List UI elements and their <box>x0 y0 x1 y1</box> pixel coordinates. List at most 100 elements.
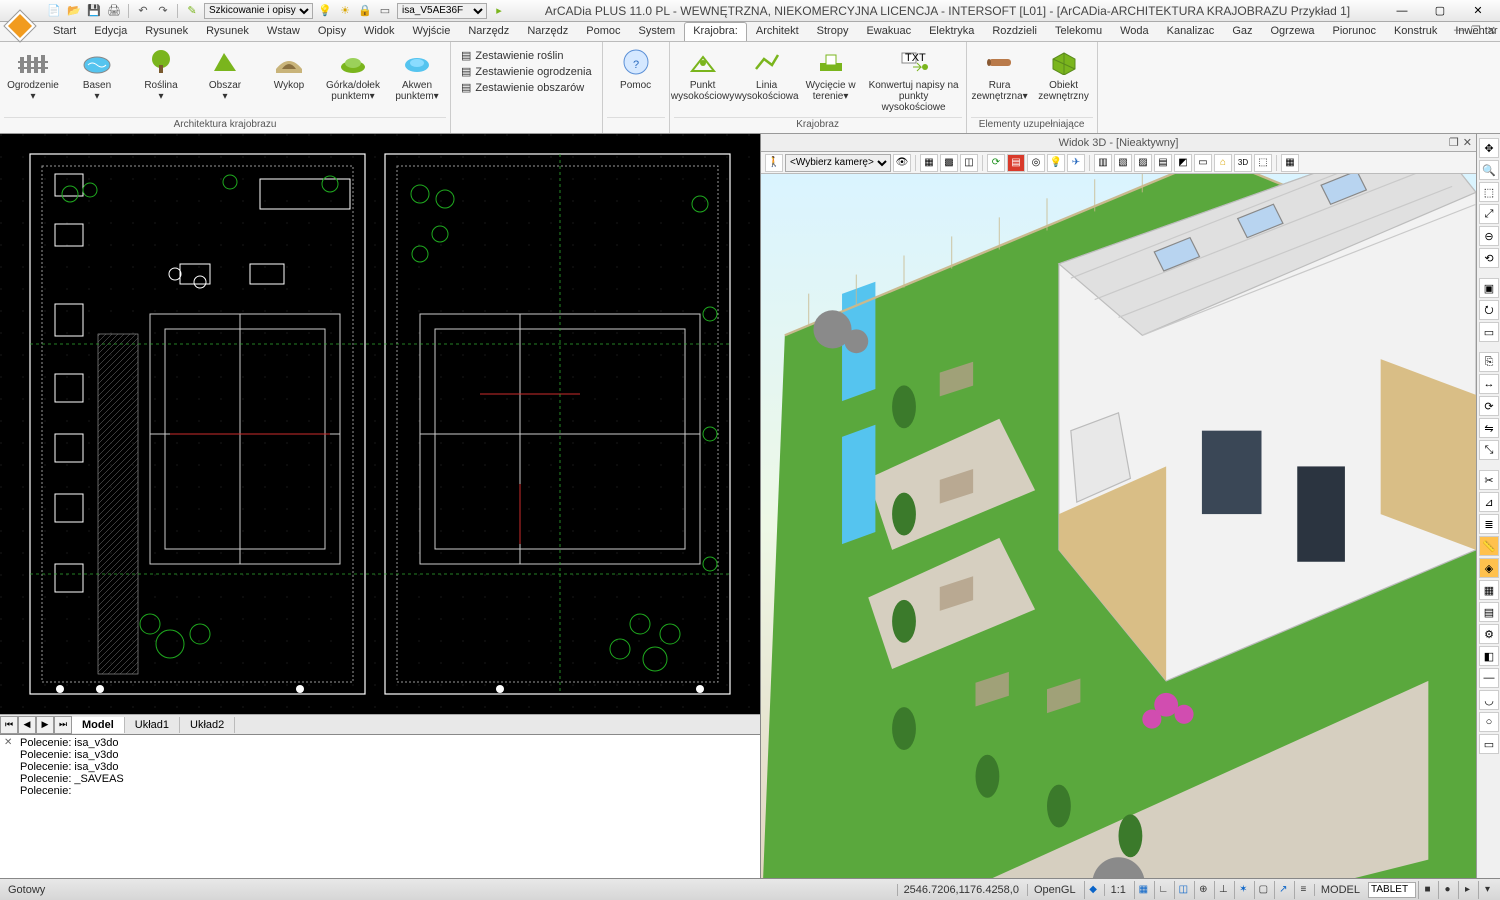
zoom-ext-icon[interactable]: ⤢ <box>1479 204 1499 224</box>
zoom-in-icon[interactable]: 🔍 <box>1479 160 1499 180</box>
grid-icon[interactable]: ▦ <box>1479 580 1499 600</box>
props-icon[interactable]: ⚙ <box>1479 624 1499 644</box>
view-icon[interactable]: ▭ <box>1479 322 1499 342</box>
menu-tab-kanalizac[interactable]: Kanalizac <box>1158 22 1224 41</box>
extra3-icon[interactable]: ▸ <box>1458 881 1476 899</box>
menu-tab-elektryka[interactable]: Elektryka <box>920 22 983 41</box>
menu-tab-system[interactable]: System <box>630 22 685 41</box>
menu-tab-telekomu[interactable]: Telekomu <box>1046 22 1111 41</box>
menu-tab-piorunoc[interactable]: Piorunoc <box>1324 22 1385 41</box>
layout-tab-układ2[interactable]: Układ2 <box>180 717 235 733</box>
menu-tab-rozdzieli[interactable]: Rozdzieli <box>983 22 1046 41</box>
extend-icon[interactable]: ⊿ <box>1479 492 1499 512</box>
doc-icon[interactable]: ▭ <box>377 3 393 19</box>
zoom-all-icon[interactable]: ▣ <box>1479 278 1499 298</box>
menu-tab-opisy[interactable]: Opisy <box>309 22 355 41</box>
layer-icon[interactable]: ▤ <box>1479 602 1499 622</box>
menu-tab-ogrzewa[interactable]: Ogrzewa <box>1262 22 1324 41</box>
plane-icon[interactable]: ✈ <box>1067 154 1085 172</box>
print-icon[interactable]: 🖨 <box>106 3 122 19</box>
tab-prev[interactable]: ◀ <box>18 716 36 734</box>
minimize-button[interactable]: — <box>1384 1 1420 21</box>
tab-next[interactable]: ▶ <box>36 716 54 734</box>
menu-tab-wstaw[interactable]: Wstaw <box>258 22 309 41</box>
layout-tab-model[interactable]: Model <box>72 717 125 733</box>
play-icon[interactable]: ▸ <box>491 3 507 19</box>
mdi-close[interactable]: ✕ <box>1487 24 1496 37</box>
ortho-icon[interactable]: ⊥ <box>1214 881 1232 899</box>
view-d[interactable]: ▤ <box>1154 154 1172 172</box>
object-button[interactable]: Obiektzewnętrzny <box>1035 44 1093 104</box>
polar-icon[interactable]: ✶ <box>1234 881 1252 899</box>
lock-icon[interactable]: 🔒 <box>357 3 373 19</box>
eye-icon[interactable]: 👁 <box>893 154 911 172</box>
3d-icon[interactable]: 3D <box>1234 154 1252 172</box>
otrack-icon[interactable]: ↗ <box>1274 881 1292 899</box>
arcadia-icon[interactable]: ◆ <box>1084 881 1102 899</box>
point-button[interactable]: Punktwysokościowy <box>674 44 732 104</box>
extra4-icon[interactable]: ▾ <box>1478 881 1496 899</box>
pipe-button[interactable]: Rurazewnętrzna▾ <box>971 44 1029 104</box>
pan-icon[interactable]: ✥ <box>1479 138 1499 158</box>
snap4-icon[interactable]: ⊕ <box>1194 881 1212 899</box>
zoom-out-icon[interactable]: ⊖ <box>1479 226 1499 246</box>
new-icon[interactable]: 📄 <box>46 3 62 19</box>
tab-first[interactable]: ⏮ <box>0 716 18 734</box>
menu-tab-konstruk[interactable]: Konstruk <box>1385 22 1446 41</box>
pool-button[interactable]: Basen▾ <box>68 44 126 104</box>
zoom-window-icon[interactable]: ⬚ <box>1479 182 1499 202</box>
line-icon[interactable]: — <box>1479 668 1499 688</box>
trim-icon[interactable]: ✂ <box>1479 470 1499 490</box>
menu-tab-narzędz[interactable]: Narzędz <box>459 22 518 41</box>
render-mode[interactable]: OpenGL <box>1027 884 1082 896</box>
color-icon[interactable]: ◧ <box>1479 646 1499 666</box>
menu-tab-krajobra:[interactable]: Krajobra: <box>684 22 747 41</box>
panel-close[interactable]: ✕ <box>1463 136 1472 149</box>
cube-icon[interactable]: ▦ <box>920 154 938 172</box>
menu-tab-ewakuac[interactable]: Ewakuac <box>857 22 920 41</box>
refresh-icon[interactable]: ⟳ <box>987 154 1005 172</box>
camera-select[interactable]: <Wybierz kamerę> <box>785 154 891 172</box>
water-button[interactable]: Akwenpunktem▾ <box>388 44 446 104</box>
list-item[interactable]: ▤Zestawienie roślin <box>459 48 594 63</box>
persp-icon[interactable]: ▭ <box>1194 154 1212 172</box>
rotate-icon[interactable]: ⟳ <box>1479 396 1499 416</box>
close-button[interactable]: ✕ <box>1460 1 1496 21</box>
convert-button[interactable]: TXTKonwertuj napisy napunkty wysokościow… <box>866 44 962 115</box>
menu-tab-gaz[interactable]: Gaz <box>1223 22 1261 41</box>
circle-icon[interactable]: ○ <box>1479 712 1499 732</box>
sun-icon[interactable]: ☀ <box>337 3 353 19</box>
excavation-button[interactable]: Wykop <box>260 44 318 93</box>
menu-tab-start[interactable]: Start <box>44 22 85 41</box>
menu-tab-woda[interactable]: Woda <box>1111 22 1158 41</box>
osnap-icon[interactable]: ▢ <box>1254 881 1272 899</box>
rect-icon[interactable]: ▭ <box>1479 734 1499 754</box>
redo-icon[interactable]: ↷ <box>155 3 171 19</box>
home-icon[interactable]: ⌂ <box>1214 154 1232 172</box>
walk-icon[interactable]: 🚶 <box>765 154 783 172</box>
mdi-min[interactable]: — <box>1454 24 1465 37</box>
mound-button[interactable]: Górka/dołekpunktem▾ <box>324 44 382 104</box>
tab-last[interactable]: ⏭ <box>54 716 72 734</box>
maximize-button[interactable]: ▢ <box>1422 1 1458 21</box>
slice-icon[interactable]: ◩ <box>1174 154 1192 172</box>
save-icon[interactable]: 💾 <box>86 3 102 19</box>
app-logo[interactable] <box>2 8 38 44</box>
cube3-icon[interactable]: ◫ <box>960 154 978 172</box>
bulb2-icon[interactable]: 💡 <box>1047 154 1065 172</box>
extra2-icon[interactable]: ● <box>1438 881 1456 899</box>
open-icon[interactable]: 📂 <box>66 3 82 19</box>
zoom-prev-icon[interactable]: ⟲ <box>1479 248 1499 268</box>
orbit-icon[interactable]: ⭮ <box>1479 300 1499 320</box>
brick-icon[interactable]: ▤ <box>1007 154 1025 172</box>
snap-icon[interactable]: ◈ <box>1479 558 1499 578</box>
menu-tab-narzędz[interactable]: Narzędz <box>518 22 577 41</box>
sketch-icon[interactable]: ✎ <box>184 3 200 19</box>
menu-tab-pomoc[interactable]: Pomoc <box>577 22 629 41</box>
copy-icon[interactable]: ⎘ <box>1479 352 1499 372</box>
mirror-icon[interactable]: ⇋ <box>1479 418 1499 438</box>
export-icon[interactable]: ⬚ <box>1254 154 1272 172</box>
menu-tab-architekt[interactable]: Architekt <box>747 22 808 41</box>
view-a[interactable]: ▥ <box>1094 154 1112 172</box>
cmd-close-icon[interactable]: ✕ <box>4 737 12 748</box>
